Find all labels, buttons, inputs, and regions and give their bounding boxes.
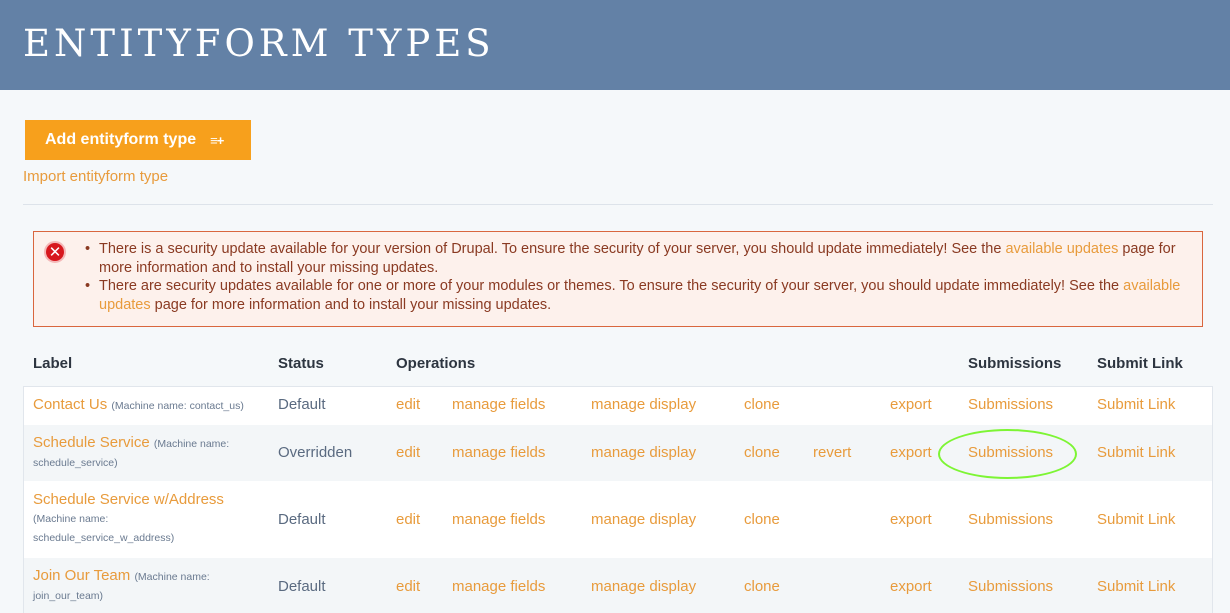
clone-link[interactable]: clone bbox=[744, 444, 780, 461]
available-updates-link[interactable]: available updates bbox=[1005, 241, 1118, 257]
clone-link[interactable]: clone bbox=[744, 578, 780, 595]
edit-link[interactable]: edit bbox=[396, 396, 420, 413]
manage-fields-link[interactable]: manage fields bbox=[452, 578, 545, 595]
manage-display-link[interactable]: manage display bbox=[591, 396, 696, 413]
edit-link[interactable]: edit bbox=[396, 444, 420, 461]
error-item: There are security updates available for… bbox=[85, 277, 1195, 314]
machine-name-cont: schedule_service_w_address) bbox=[33, 532, 175, 544]
clone-link[interactable]: clone bbox=[744, 511, 780, 528]
machine-name: (Machine name: contact_us) bbox=[111, 400, 244, 412]
submissions-link[interactable]: Submissions bbox=[968, 511, 1053, 528]
submit-link[interactable]: Submit Link bbox=[1097, 578, 1175, 595]
entityform-name-link[interactable]: Schedule Service bbox=[33, 434, 150, 451]
status-value: Default bbox=[278, 578, 326, 595]
entityform-name-link[interactable]: Contact Us bbox=[33, 396, 107, 413]
submit-link[interactable]: Submit Link bbox=[1097, 444, 1175, 461]
export-link[interactable]: export bbox=[890, 444, 932, 461]
page-header: ENTITYFORM TYPES bbox=[0, 0, 1230, 90]
error-message: ✕ There is a security update available f… bbox=[33, 231, 1203, 327]
error-icon: ✕ bbox=[44, 241, 66, 263]
machine-name: (Machine name: bbox=[153, 438, 230, 450]
submit-link[interactable]: Submit Link bbox=[1097, 511, 1175, 528]
column-header-submit-link: Submit Link bbox=[1097, 355, 1183, 372]
column-header-status: Status bbox=[278, 355, 324, 372]
machine-name: (Machine name: bbox=[33, 513, 109, 525]
submit-link[interactable]: Submit Link bbox=[1097, 396, 1175, 413]
column-header-submissions: Submissions bbox=[968, 355, 1062, 372]
status-value: Default bbox=[278, 396, 326, 413]
entityform-name-link[interactable]: Join Our Team bbox=[33, 567, 130, 584]
edit-link[interactable]: edit bbox=[396, 511, 420, 528]
list-add-icon: ≡+ bbox=[210, 132, 224, 148]
column-header-operations: Operations bbox=[396, 355, 476, 372]
entityform-name-link[interactable]: Schedule Service w/Address bbox=[33, 491, 224, 508]
manage-display-link[interactable]: manage display bbox=[591, 511, 696, 528]
manage-fields-link[interactable]: manage fields bbox=[452, 511, 545, 528]
revert-link[interactable]: revert bbox=[813, 444, 851, 461]
error-item: There is a security update available for… bbox=[85, 240, 1195, 277]
highlight-annotation bbox=[938, 429, 1077, 479]
manage-display-link[interactable]: manage display bbox=[591, 444, 696, 461]
submissions-link[interactable]: Submissions bbox=[968, 578, 1053, 595]
machine-name-cont: join_our_team) bbox=[33, 590, 104, 602]
add-entityform-type-button[interactable]: Add entityform type ≡+ bbox=[25, 120, 251, 160]
add-button-label: Add entityform type bbox=[45, 131, 197, 148]
import-entityform-type-link[interactable]: Import entityform type bbox=[23, 168, 168, 185]
machine-name-cont: schedule_service) bbox=[33, 457, 118, 469]
submissions-link[interactable]: Submissions bbox=[968, 396, 1053, 413]
export-link[interactable]: export bbox=[890, 396, 932, 413]
divider bbox=[23, 204, 1213, 205]
export-link[interactable]: export bbox=[890, 578, 932, 595]
column-header-label: Label bbox=[33, 355, 73, 372]
machine-name: (Machine name: bbox=[134, 571, 210, 583]
error-list: There is a security update available for… bbox=[85, 240, 1195, 314]
manage-fields-link[interactable]: manage fields bbox=[452, 444, 545, 461]
manage-display-link[interactable]: manage display bbox=[591, 578, 696, 595]
edit-link[interactable]: edit bbox=[396, 578, 420, 595]
status-value: Default bbox=[278, 511, 326, 528]
export-link[interactable]: export bbox=[890, 511, 932, 528]
page-title: ENTITYFORM TYPES bbox=[23, 22, 495, 65]
manage-fields-link[interactable]: manage fields bbox=[452, 396, 545, 413]
clone-link[interactable]: clone bbox=[744, 396, 780, 413]
status-value: Overridden bbox=[278, 444, 353, 461]
